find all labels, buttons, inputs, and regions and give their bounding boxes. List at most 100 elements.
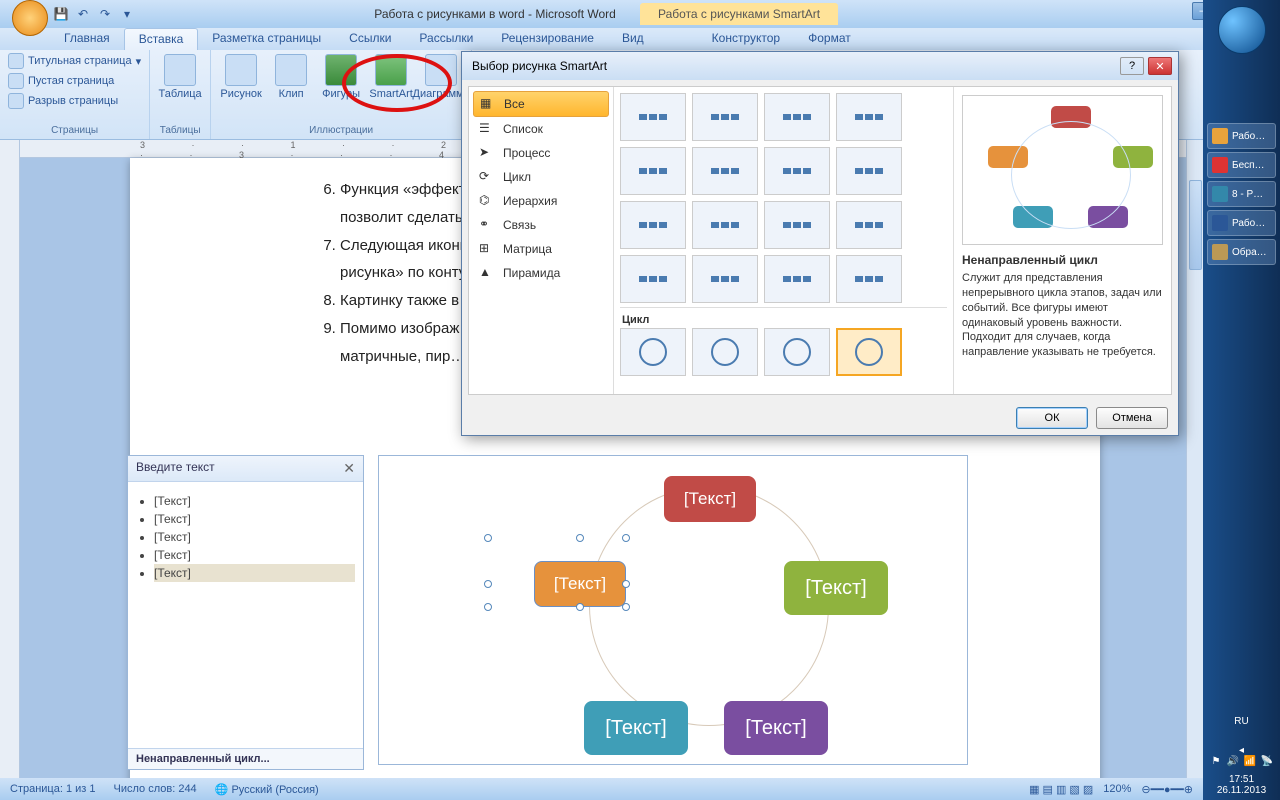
tab-review[interactable]: Рецензирование xyxy=(487,28,608,50)
selection-handle[interactable] xyxy=(484,534,492,542)
category-process[interactable]: ➤Процесс xyxy=(473,141,609,165)
taskbar-item[interactable]: Бесп… xyxy=(1207,152,1276,178)
layout-thumbnail[interactable] xyxy=(836,147,902,195)
layout-thumbnail[interactable] xyxy=(620,93,686,141)
status-zoom[interactable]: 120% xyxy=(1103,783,1131,795)
cover-page-button[interactable]: Титульная страница ▾ xyxy=(6,52,143,70)
chart-button[interactable]: Диаграмма xyxy=(417,52,465,102)
text-pane-item[interactable]: [Текст] xyxy=(154,492,355,510)
status-lang[interactable]: 🌐 Русский (Россия) xyxy=(215,783,319,796)
tab-page-layout[interactable]: Разметка страницы xyxy=(198,28,335,50)
layout-thumbnail[interactable] xyxy=(692,93,758,141)
tray-time[interactable]: 17:51 xyxy=(1207,774,1276,785)
text-pane-item[interactable]: [Текст] xyxy=(154,528,355,546)
layout-gallery[interactable]: Цикл xyxy=(614,87,953,394)
tab-design[interactable]: Конструктор xyxy=(698,28,794,50)
text-pane-item[interactable]: [Текст] xyxy=(154,546,355,564)
zoom-slider[interactable]: ⊖━━●━━⊕ xyxy=(1141,783,1193,796)
taskbar-item[interactable]: Обра… xyxy=(1207,239,1276,265)
redo-icon[interactable]: ↷ xyxy=(96,5,114,23)
layout-thumbnail[interactable] xyxy=(764,201,830,249)
selection-handle[interactable] xyxy=(622,534,630,542)
dialog-close-button[interactable]: ✕ xyxy=(1148,57,1172,75)
office-button[interactable] xyxy=(12,0,48,36)
page-break-button[interactable]: Разрыв страницы xyxy=(6,92,120,110)
category-list-item[interactable]: ☰Список xyxy=(473,117,609,141)
taskbar-item[interactable]: Рабо… xyxy=(1207,210,1276,236)
category-all[interactable]: ▦Все xyxy=(473,91,609,117)
layout-thumbnail[interactable] xyxy=(836,93,902,141)
smartart-node[interactable]: [Текст] xyxy=(724,701,828,755)
status-page[interactable]: Страница: 1 из 1 xyxy=(10,783,96,795)
blank-page-button[interactable]: Пустая страница xyxy=(6,72,116,90)
cancel-button[interactable]: Отмена xyxy=(1096,407,1168,429)
tab-mailings[interactable]: Рассылки xyxy=(405,28,487,50)
undo-icon[interactable]: ↶ xyxy=(74,5,92,23)
layout-thumbnail[interactable] xyxy=(692,147,758,195)
clip-button[interactable]: Клип xyxy=(267,52,315,102)
selection-handle[interactable] xyxy=(484,580,492,588)
picture-button[interactable]: Рисунок xyxy=(217,52,265,102)
tab-insert[interactable]: Вставка xyxy=(124,28,199,50)
layout-thumbnail[interactable] xyxy=(620,328,686,376)
text-pane-item[interactable]: [Текст] xyxy=(154,564,355,582)
table-button[interactable]: Таблица xyxy=(156,52,204,102)
tray-expand-icon[interactable]: ◂ xyxy=(1207,745,1276,756)
smartart-node[interactable]: [Текст] xyxy=(534,561,626,607)
taskbar-item[interactable]: Рабо… xyxy=(1207,123,1276,149)
tray-wifi-icon[interactable]: 📡 xyxy=(1260,756,1274,770)
tab-view[interactable]: Вид xyxy=(608,28,658,50)
smartart-node[interactable]: [Текст] xyxy=(784,561,888,615)
layout-thumbnail[interactable] xyxy=(836,201,902,249)
category-relationship[interactable]: ⚭Связь xyxy=(473,213,609,237)
qat-menu-icon[interactable]: ▾ xyxy=(118,5,136,23)
layout-thumbnail[interactable] xyxy=(764,147,830,195)
category-cycle[interactable]: ⟳Цикл xyxy=(473,165,609,189)
text-pane-list[interactable]: [Текст] [Текст] [Текст] [Текст] [Текст] xyxy=(128,482,363,748)
tab-references[interactable]: Ссылки xyxy=(335,28,405,50)
layout-thumbnail[interactable] xyxy=(692,255,758,303)
view-buttons[interactable]: ▦ ▤ ▥ ▧ ▨ xyxy=(1029,783,1093,796)
category-hierarchy[interactable]: ⌬Иерархия xyxy=(473,189,609,213)
layout-thumbnail[interactable] xyxy=(764,255,830,303)
smartart-node[interactable]: [Текст] xyxy=(664,476,756,522)
layout-thumbnail[interactable] xyxy=(692,328,758,376)
tray-lang[interactable]: RU xyxy=(1207,716,1276,727)
start-button[interactable] xyxy=(1218,6,1266,54)
smartart-button[interactable]: SmartArt xyxy=(367,52,415,102)
tray-volume-icon[interactable]: 🔊 xyxy=(1226,756,1240,770)
layout-thumbnail[interactable] xyxy=(620,147,686,195)
category-pyramid[interactable]: ▲Пирамида xyxy=(473,261,609,285)
layout-thumbnail[interactable] xyxy=(692,201,758,249)
selection-handle[interactable] xyxy=(484,603,492,611)
layout-thumbnail[interactable] xyxy=(764,328,830,376)
category-matrix[interactable]: ⊞Матрица xyxy=(473,237,609,261)
taskbar-item[interactable]: 8 - Р… xyxy=(1207,181,1276,207)
selection-handle[interactable] xyxy=(622,603,630,611)
tab-home[interactable]: Главная xyxy=(50,28,124,50)
ok-button[interactable]: ОК xyxy=(1016,407,1088,429)
tab-format[interactable]: Формат xyxy=(794,28,865,50)
save-icon[interactable]: 💾 xyxy=(52,5,70,23)
selection-handle[interactable] xyxy=(576,534,584,542)
layout-thumbnail[interactable] xyxy=(764,93,830,141)
layout-thumbnail[interactable] xyxy=(836,255,902,303)
smartart-canvas[interactable]: [Текст] [Текст] [Текст] [Текст] [Текст] xyxy=(378,455,968,765)
status-words[interactable]: Число слов: 244 xyxy=(114,783,197,795)
tray-network-icon[interactable]: 📶 xyxy=(1243,756,1257,770)
vertical-scrollbar[interactable] xyxy=(1186,140,1203,778)
tray-date[interactable]: 26.11.2013 xyxy=(1207,785,1276,796)
layout-thumbnail[interactable] xyxy=(620,201,686,249)
dialog-help-button[interactable]: ? xyxy=(1120,57,1144,75)
scrollbar-thumb[interactable] xyxy=(1189,180,1202,270)
text-pane-item[interactable]: [Текст] xyxy=(154,510,355,528)
tray-flag-icon[interactable]: ⚑ xyxy=(1209,756,1223,770)
selection-handle[interactable] xyxy=(622,580,630,588)
shapes-button[interactable]: Фигуры xyxy=(317,52,365,102)
layout-thumbnail[interactable] xyxy=(836,328,902,376)
smartart-node[interactable]: [Текст] xyxy=(584,701,688,755)
layout-thumbnail[interactable] xyxy=(620,255,686,303)
selection-handle[interactable] xyxy=(576,603,584,611)
dialog-titlebar[interactable]: Выбор рисунка SmartArt ? ✕ xyxy=(462,52,1178,80)
text-pane-close-icon[interactable]: ✕ xyxy=(343,460,355,477)
